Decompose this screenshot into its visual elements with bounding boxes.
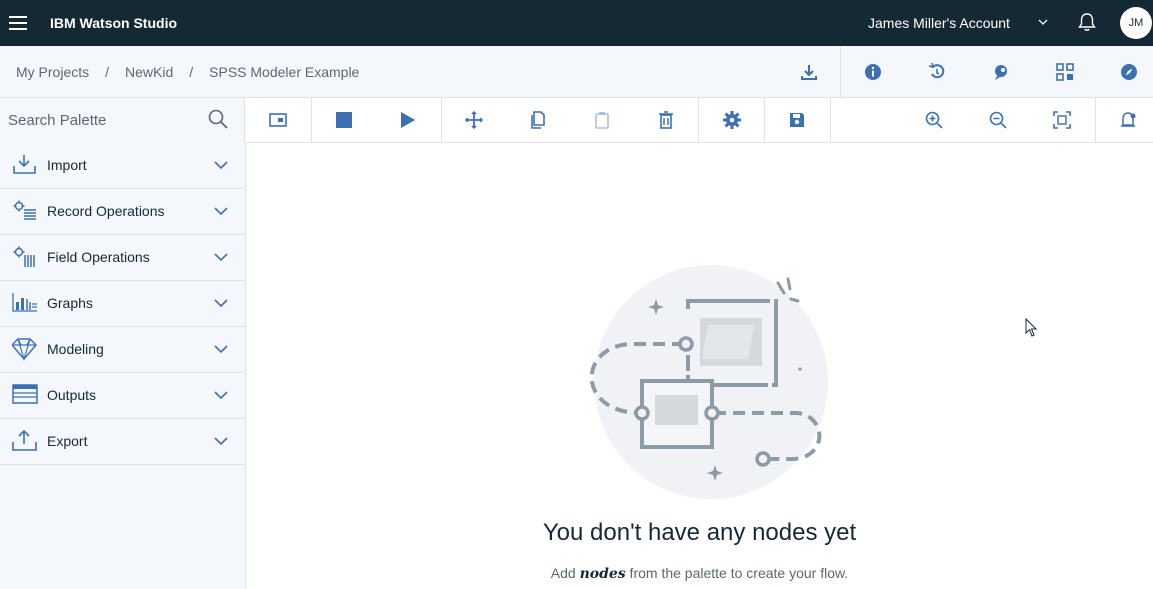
run-history-icon[interactable] xyxy=(927,62,947,82)
breadcrumb-separator: / xyxy=(189,64,194,80)
apps-grid-icon[interactable] xyxy=(1055,62,1075,82)
notifications-icon[interactable] xyxy=(1076,11,1098,33)
empty-state-subtitle: Add nodes from the palette to create you… xyxy=(231,565,1153,582)
palette-category-label: Import xyxy=(47,157,87,173)
chevron-down-icon[interactable] xyxy=(1036,15,1050,29)
empty-state-title: You don't have any nodes yet xyxy=(542,519,857,546)
toolbar-divider xyxy=(311,98,312,143)
palette-category-modeling[interactable]: Modeling xyxy=(0,327,245,373)
chevron-down-icon xyxy=(214,207,228,216)
breadcrumb: My Projects / NewKid / SPSS Modeler Exam… xyxy=(16,46,359,98)
app-title[interactable]: IBM Watson Studio xyxy=(50,15,177,31)
empty-state-subtitle-emphasis: nodes xyxy=(579,566,626,582)
info-icon[interactable] xyxy=(863,62,883,82)
chevron-down-icon xyxy=(214,437,228,446)
record-operations-icon xyxy=(13,200,36,220)
toolbar-divider xyxy=(698,98,699,143)
delete-icon[interactable] xyxy=(656,110,676,130)
chevron-down-icon xyxy=(214,391,228,400)
fit-to-screen-icon[interactable] xyxy=(1052,110,1072,130)
palette-category-record-operations[interactable]: Record Operations xyxy=(0,189,245,235)
flow-canvas[interactable]: You don't have any nodes yet Add nodes f… xyxy=(246,143,1153,589)
mouse-cursor-icon xyxy=(1025,318,1038,337)
download-icon[interactable] xyxy=(799,62,819,82)
breadcrumb-separator: / xyxy=(105,64,110,80)
move-icon[interactable] xyxy=(464,110,484,130)
chevron-down-icon xyxy=(214,345,228,354)
menu-icon[interactable] xyxy=(0,0,36,46)
toolbar-divider xyxy=(1095,98,1096,143)
stop-icon[interactable] xyxy=(334,110,354,130)
palette-category-label: Field Operations xyxy=(47,249,150,265)
messages-icon[interactable] xyxy=(991,62,1011,82)
graphs-icon xyxy=(12,293,37,312)
export-icon xyxy=(12,429,37,451)
search-icon[interactable] xyxy=(207,108,229,130)
modeling-icon xyxy=(12,338,38,361)
palette-search xyxy=(0,98,245,143)
empty-state-subtitle-suffix: from the palette to create your flow. xyxy=(625,565,849,581)
toolbar-divider xyxy=(764,98,765,143)
palette-category-label: Export xyxy=(47,433,88,449)
chevron-down-icon xyxy=(214,253,228,262)
search-input[interactable] xyxy=(8,108,198,132)
palette-category-import[interactable]: Import xyxy=(0,143,245,189)
project-header: My Projects / NewKid / SPSS Modeler Exam… xyxy=(0,46,1153,98)
run-flow-icon[interactable] xyxy=(397,110,417,130)
import-icon xyxy=(13,155,36,174)
palette-category-field-operations[interactable]: Field Operations xyxy=(0,235,245,281)
palette-category-label: Graphs xyxy=(47,295,93,311)
breadcrumb-project[interactable]: NewKid xyxy=(125,64,173,80)
field-operations-icon xyxy=(13,246,35,267)
top-nav-bar: IBM Watson Studio James Miller's Account… xyxy=(0,0,1153,46)
zoom-out-icon[interactable] xyxy=(988,110,1008,130)
header-divider xyxy=(840,46,841,98)
notifications-panel-icon[interactable] xyxy=(1118,110,1138,130)
palette-category-label: Outputs xyxy=(47,387,97,403)
toolbar-divider xyxy=(830,98,831,143)
palette-category-label: Record Operations xyxy=(47,203,165,219)
node-palette: Import Record Operations Field Operation… xyxy=(0,143,246,589)
breadcrumb-flow: SPSS Modeler Example xyxy=(209,64,360,80)
empty-state-subtitle-prefix: Add xyxy=(550,565,580,581)
avatar[interactable]: JM xyxy=(1120,7,1152,39)
empty-flow-illustration xyxy=(589,265,828,499)
zoom-in-icon[interactable] xyxy=(924,110,944,130)
palette-category-export[interactable]: Export xyxy=(0,419,245,465)
flow-toolbar xyxy=(0,98,1153,143)
copy-icon[interactable] xyxy=(528,110,548,130)
paste-icon[interactable] xyxy=(592,110,612,130)
compass-icon[interactable] xyxy=(1119,62,1139,82)
palette-category-outputs[interactable]: Outputs xyxy=(0,373,245,419)
toggle-palette-icon[interactable] xyxy=(268,110,288,130)
settings-gear-icon[interactable] xyxy=(722,110,742,130)
outputs-icon xyxy=(12,384,38,404)
toolbar-divider xyxy=(441,98,442,143)
account-switcher[interactable]: James Miller's Account xyxy=(868,0,1010,46)
palette-category-graphs[interactable]: Graphs xyxy=(0,281,245,327)
chevron-down-icon xyxy=(214,161,228,170)
palette-category-label: Modeling xyxy=(47,341,104,357)
breadcrumb-my-projects[interactable]: My Projects xyxy=(16,64,89,80)
save-version-icon[interactable] xyxy=(787,110,807,130)
account-name: James Miller's Account xyxy=(868,15,1010,31)
chevron-down-icon xyxy=(214,299,228,308)
